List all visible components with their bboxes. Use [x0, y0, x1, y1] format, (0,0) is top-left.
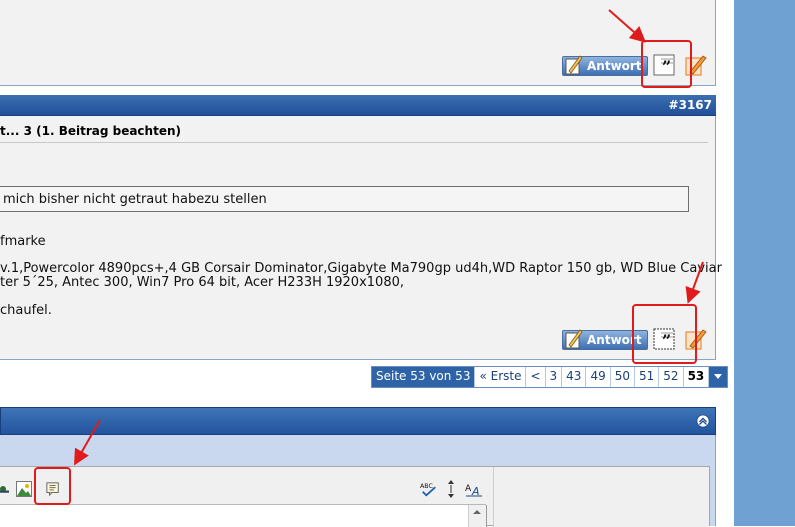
current-page: 53 — [683, 367, 710, 387]
text-direction-icon[interactable]: AA — [465, 481, 483, 497]
page-link[interactable]: 43 — [562, 367, 587, 387]
post-number-link[interactable]: #3167 — [669, 98, 712, 112]
page-link[interactable]: 50 — [610, 367, 636, 387]
quick-reply-header — [0, 407, 716, 435]
insert-image-icon[interactable] — [16, 481, 32, 497]
signature-line-2: ter 5´25, Antec 300, Win7 Pro 64 bit, Ac… — [0, 275, 404, 290]
page-link[interactable]: 52 — [659, 367, 684, 387]
page-link[interactable]: 51 — [635, 367, 660, 387]
post-text-line: fmarke — [0, 234, 46, 249]
message-textarea[interactable] — [0, 505, 487, 527]
highlight-box — [632, 304, 697, 364]
post-text-line: chaufel. — [0, 303, 52, 318]
pencil-icon — [565, 329, 583, 349]
post-1: Antwort ” — [0, 0, 716, 86]
chevron-down-icon — [714, 374, 723, 379]
editor-scrollbar[interactable] — [468, 505, 486, 527]
prev-page-link[interactable]: < — [526, 367, 546, 387]
highlight-box — [641, 40, 692, 88]
title-divider — [0, 142, 708, 143]
post-2: t... 3 (1. Beitrag beachten) mich bisher… — [0, 116, 722, 360]
pencil-icon — [565, 55, 583, 75]
svg-text:A: A — [471, 485, 480, 497]
scroll-up-icon[interactable] — [469, 507, 485, 517]
reply-button-label: Antwort — [587, 59, 642, 73]
page-info[interactable]: Seite 53 von 53 — [372, 367, 476, 387]
quote-block: mich bisher nicht getraut habezu stellen — [0, 186, 689, 212]
page-jump-dropdown[interactable] — [709, 367, 728, 387]
post-title: t... 3 (1. Beitrag beachten) — [0, 124, 181, 138]
insert-link-icon[interactable] — [0, 481, 12, 497]
page-link[interactable]: 3 — [545, 367, 563, 387]
editor-side-panel — [493, 467, 709, 527]
reply-editor: ABC AA — [0, 466, 710, 527]
quote-text: mich bisher nicht getraut habezu stellen — [3, 192, 267, 207]
page-link[interactable]: 49 — [586, 367, 611, 387]
resize-icon[interactable] — [446, 479, 456, 499]
svg-text:ABC: ABC — [420, 483, 434, 490]
pagination: Seite 53 von 53 « Erste < 3 43 49 50 51 … — [371, 366, 729, 388]
first-page-link[interactable]: « Erste — [475, 367, 527, 387]
collapse-icon[interactable] — [696, 414, 710, 428]
highlight-box — [34, 467, 71, 505]
right-sidebar-background — [734, 0, 795, 526]
signature-line-1: v.1,Powercolor 4890pcs+,4 GB Corsair Dom… — [0, 261, 722, 276]
reply-button[interactable]: Antwort — [562, 55, 648, 76]
post-header: #3167 — [0, 95, 716, 116]
svg-text:A: A — [465, 484, 472, 494]
spellcheck-icon[interactable]: ABC — [420, 481, 438, 497]
